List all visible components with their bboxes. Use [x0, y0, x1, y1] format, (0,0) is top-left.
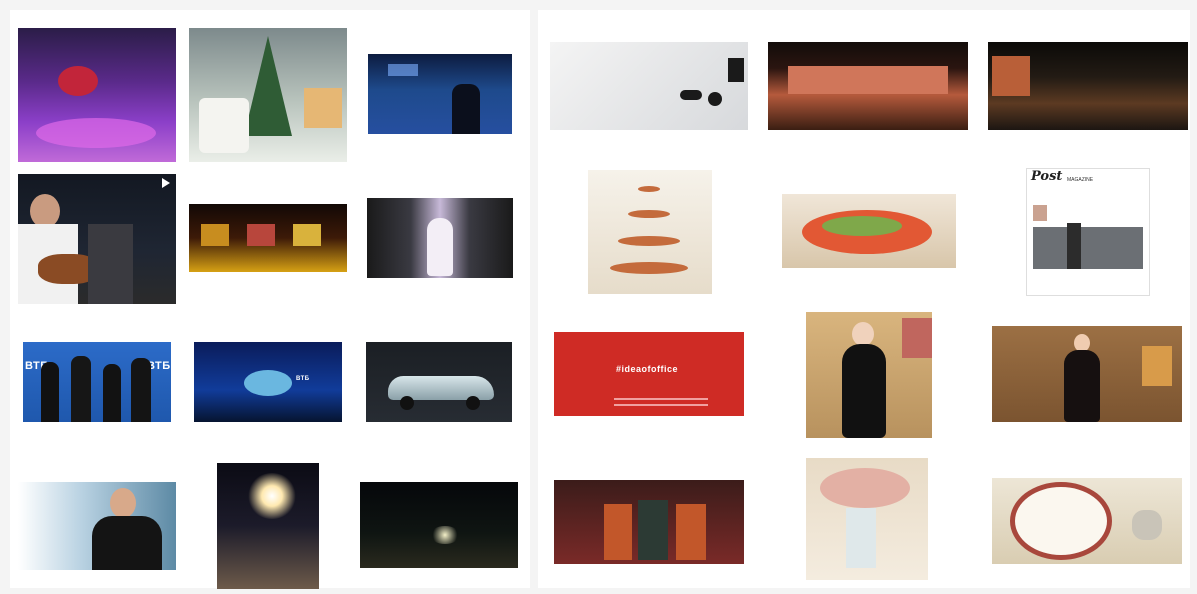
gallery-tile[interactable] — [360, 460, 518, 588]
red-business-card-photo: #ideaofoffice — [554, 332, 744, 416]
gallery-tile[interactable] — [984, 22, 1190, 148]
gallery-tile[interactable] — [360, 318, 518, 448]
christmas-tree-photo — [189, 28, 347, 162]
gallery-tile[interactable] — [764, 310, 972, 442]
folk-books-photo — [554, 480, 744, 564]
gallery-tile[interactable] — [984, 310, 1190, 442]
gallery-tile[interactable] — [548, 160, 750, 300]
gallery-tile[interactable]: ВТБ — [189, 318, 347, 448]
conference-stage-photo: ВТБ — [194, 342, 342, 422]
bride-photo — [367, 198, 513, 278]
gallery-tile[interactable] — [360, 174, 518, 304]
menu-hoop-photo — [992, 478, 1182, 564]
car-photo — [366, 342, 512, 422]
magazine-page-photo: Post MAGAZINE — [1026, 168, 1150, 296]
magazine-masthead: Post — [1031, 169, 1063, 184]
stationery-photo — [550, 42, 748, 130]
gallery-tile[interactable] — [217, 463, 319, 589]
food-platter-photo — [782, 194, 956, 268]
video-play-icon — [162, 178, 170, 188]
roses-vase-photo — [806, 458, 928, 580]
gallery-tile[interactable] — [548, 456, 750, 588]
gallery-tile[interactable] — [764, 22, 972, 148]
gallery-tile[interactable] — [189, 28, 347, 162]
fireworks-photo — [217, 463, 319, 589]
gallery-tile[interactable] — [18, 460, 176, 588]
gallery-tile[interactable] — [360, 28, 518, 162]
dessert-tower-photo — [588, 170, 712, 294]
red-card-hashtag: #ideaofoffice — [616, 364, 679, 374]
team-photo: ВТБ ВТБ — [23, 342, 171, 422]
guitarist-photo — [18, 174, 176, 304]
magazine-subtitle: MAGAZINE — [1067, 177, 1094, 183]
stage-lights-photo — [189, 204, 347, 272]
gallery-tile[interactable]: ВТБ ВТБ — [18, 318, 176, 448]
gallery-tile[interactable]: #ideaofoffice — [548, 310, 750, 442]
speaker-photo — [18, 482, 176, 570]
palace-night-photo — [768, 42, 968, 130]
gallery-tile[interactable] — [984, 456, 1190, 588]
gallery-tile[interactable] — [18, 174, 176, 304]
gallery-tile[interactable] — [189, 174, 347, 304]
gallery-tile[interactable] — [548, 22, 750, 148]
garden-night-photo — [988, 42, 1188, 130]
gallery-tile[interactable] — [806, 458, 928, 580]
bank-logo: ВТБ — [296, 376, 310, 382]
woman-hay-photo — [992, 326, 1182, 422]
gallery-tile[interactable] — [764, 160, 972, 300]
girl-in-dress-photo — [806, 312, 932, 438]
gallery-tile[interactable] — [18, 28, 176, 162]
concert-crowd-photo — [368, 54, 512, 134]
night-garden-photo — [360, 482, 518, 568]
gallery-tile[interactable]: Post MAGAZINE — [984, 160, 1190, 300]
event-hall-photo — [18, 28, 176, 162]
